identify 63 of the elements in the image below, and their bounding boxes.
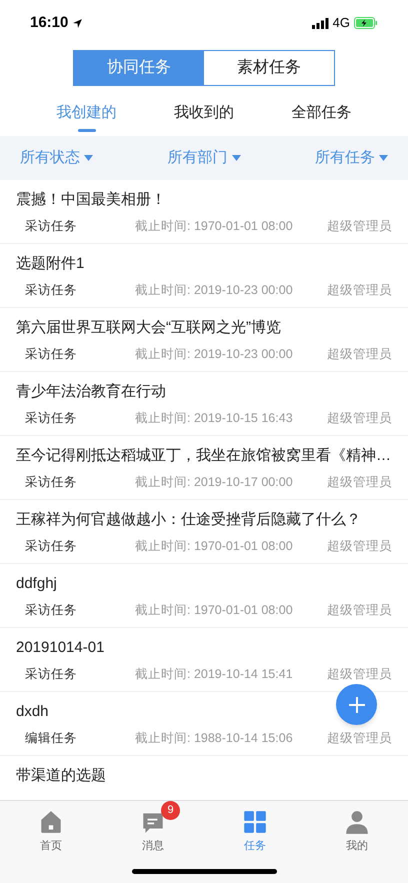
filter-tab[interactable]: 我收到的 [174, 98, 234, 128]
signal-icon [312, 18, 329, 28]
task-row[interactable]: 青少年法治教育在行动 采访任务 截止时间: 2019-10-15 16:43 超级管理员 [0, 372, 408, 436]
task-deadline: 截止时间: 2019-10-23 00:00 [135, 282, 294, 298]
task-owner: 超级管理员 [327, 410, 392, 426]
task-type: 采访任务 [25, 666, 78, 682]
task-title: 带渠道的选题 [16, 766, 106, 786]
task-type: 采访任务 [25, 538, 78, 554]
task-title: 王稼祥为何官越做越小：仕途受挫背后隐藏了什么？ [16, 510, 361, 530]
nav-tab[interactable]: 我的 [306, 801, 408, 859]
task-row[interactable]: 第六届世界互联网大会“互联网之光”博览 采访任务 截止时间: 2019-10-23 00:00 超级管理员 [0, 308, 408, 372]
person-icon [344, 809, 370, 835]
task-type: 采访任务 [25, 282, 78, 298]
nav-tab[interactable]: 9 消息 [102, 801, 204, 859]
caret-icon [379, 155, 388, 161]
task-type: 采访任务 [25, 218, 78, 234]
task-title: 第六届世界互联网大会“互联网之光”博览 [16, 318, 281, 338]
nav-tab[interactable]: 首页 [0, 801, 102, 859]
task-deadline: 截止时间: 1970-01-01 08:00 [135, 538, 294, 554]
task-title: 至今记得刚抵达稻城亚丁，我坐在旅馆被窝里看《精神… [16, 446, 391, 466]
task-type: 采访任务 [25, 346, 78, 362]
task-owner: 超级管理员 [327, 538, 392, 554]
task-deadline: 截止时间: 2019-10-17 00:00 [135, 474, 294, 490]
task-type: 采访任务 [25, 474, 78, 490]
task-deadline: 截止时间: 1970-01-01 08:00 [135, 602, 294, 618]
caret-icon [84, 155, 93, 161]
task-title: dxdh [16, 702, 49, 722]
task-title: 选题附件1 [16, 254, 84, 274]
task-owner: 超级管理员 [327, 474, 392, 490]
network-label: 4G [332, 14, 350, 32]
task-deadline: 截止时间: 1970-01-01 08:00 [135, 218, 294, 234]
task-type: 编辑任务 [25, 730, 78, 746]
status-time: 16:10 [30, 12, 68, 33]
caret-icon [232, 155, 240, 161]
grid-icon [242, 809, 268, 835]
task-row[interactable]: 至今记得刚抵达稻城亚丁，我坐在旅馆被窝里看《精神… 采访任务 截止时间: 2019-10-17 00:00 超级管理员 [0, 436, 408, 500]
task-title: 震撼！中国最美相册！ [16, 190, 166, 210]
task-owner: 超级管理员 [327, 666, 392, 682]
location-arrow-icon [72, 18, 84, 28]
battery-charging-icon [354, 17, 378, 29]
filter-tab[interactable]: 全部任务 [291, 98, 352, 128]
task-deadline: 截止时间: 1988-10-14 15:06 [135, 730, 294, 746]
task-owner: 超级管理员 [327, 730, 392, 746]
task-title: 青少年法治教育在行动 [16, 382, 166, 402]
task-owner: 超级管理员 [327, 602, 392, 618]
task-row[interactable]: ddfghj 采访任务 截止时间: 1970-01-01 08:00 超级管理员 [0, 564, 408, 628]
task-title: 20191014-01 [16, 638, 104, 658]
task-row[interactable]: 选题附件1 采访任务 截止时间: 2019-10-23 00:00 超级管理员 [0, 244, 408, 308]
add-button[interactable] [336, 684, 377, 725]
plus-icon [348, 696, 364, 712]
task-title: ddfghj [16, 574, 57, 594]
task-deadline: 截止时间: 2019-10-15 16:43 [135, 410, 294, 426]
unread-badge: 9 [161, 801, 180, 820]
task-row[interactable]: 震撼！中国最美相册！ 采访任务 截止时间: 1970-01-01 08:00 超级管理员 [0, 180, 408, 244]
task-owner: 超级管理员 [327, 218, 392, 234]
task-owner: 超级管理员 [327, 282, 392, 298]
task-deadline: 截止时间: 2019-10-14 15:41 [135, 666, 294, 682]
active-tab-underline [78, 129, 96, 132]
task-row[interactable]: 王稼祥为何官越做越小：仕途受挫背后隐藏了什么？ 采访任务 截止时间: 1970-01-01 08:00 超级管理员 [0, 500, 408, 564]
task-deadline: 截止时间: 2019-10-23 00:00 [135, 346, 294, 362]
task-owner: 超级管理员 [327, 346, 392, 362]
task-type: 采访任务 [25, 602, 78, 618]
task-type: 采访任务 [25, 410, 78, 426]
